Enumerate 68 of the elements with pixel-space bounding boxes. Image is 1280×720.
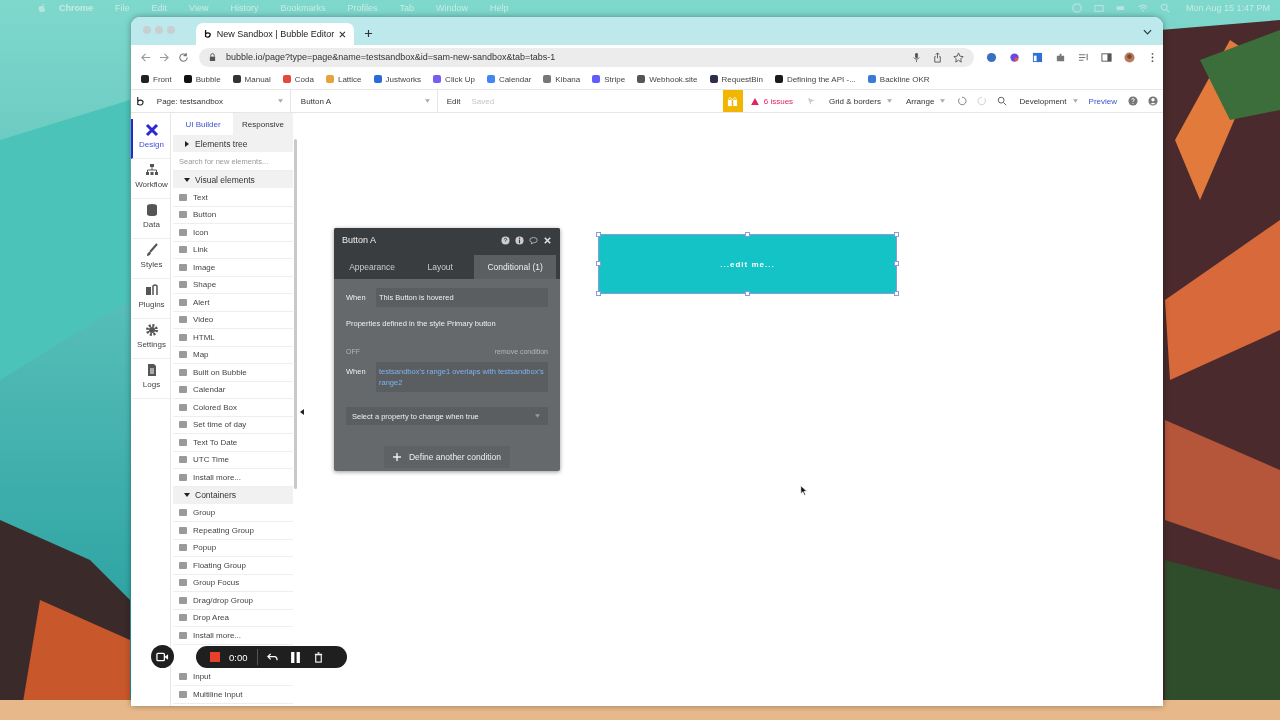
element-item[interactable]: Floating Group — [173, 557, 293, 575]
element-item[interactable]: Group Focus — [173, 574, 293, 592]
element-item[interactable]: Built on Bubble — [173, 364, 293, 382]
bookmark[interactable]: Defining the API -... — [774, 74, 856, 84]
browser-tab[interactable]: New Sandbox | Bubble Editor — [196, 23, 354, 45]
bookmark[interactable]: Stripe — [592, 74, 626, 84]
recording-timer: 0:00 — [229, 651, 248, 663]
bookmark[interactable]: Backline OKR — [867, 74, 930, 84]
element-item[interactable]: Shape — [173, 276, 293, 294]
element-item[interactable]: Drag/drop Group — [173, 592, 293, 610]
sidebar-tab[interactable]: Plugins — [131, 279, 170, 319]
bookmark[interactable]: Front — [141, 74, 172, 84]
element-item[interactable]: UTC Time — [173, 451, 293, 469]
element-dropdown[interactable]: Button A — [290, 90, 438, 112]
section-header[interactable]: Visual elements — [173, 171, 293, 189]
bookmark[interactable]: Kibana — [543, 74, 581, 84]
bookmark[interactable]: Manual — [232, 74, 271, 84]
element-item[interactable]: Group — [173, 504, 293, 522]
element-item[interactable]: Button — [173, 206, 293, 224]
element-item[interactable]: Alert — [173, 294, 293, 312]
sidebar-tab[interactable]: Design — [131, 119, 170, 159]
address-bar[interactable]: bubble.io/page?type=page&name=testsandbox&id=sam-new-sandbox&tab=tabs-1 — [199, 47, 974, 67]
element-item[interactable]: Install more... — [173, 469, 293, 487]
element-item[interactable]: Icon — [173, 224, 293, 242]
element-item[interactable]: HTML — [173, 329, 293, 347]
bookmark[interactable]: Click Up — [433, 74, 475, 84]
issues-button[interactable]: 6 issues — [750, 96, 794, 106]
element-item[interactable]: Popup — [173, 539, 293, 557]
element-item[interactable]: Multiline Input — [173, 686, 293, 704]
bookmark[interactable]: Calendar — [486, 74, 532, 84]
element-item[interactable]: Map — [173, 346, 293, 364]
element-item[interactable]: Image — [173, 259, 293, 277]
element-item[interactable]: Link — [173, 241, 293, 259]
sidebar-tab[interactable]: Styles — [131, 239, 170, 279]
edit-menu[interactable]: Edit — [446, 96, 461, 106]
preview-link[interactable]: Preview — [1088, 96, 1117, 106]
sidebar-tab[interactable]: Data — [131, 199, 170, 239]
sidebar-tab[interactable]: Settings — [131, 319, 170, 359]
url-text: bubble.io/page?type=page&name=testsandbox&id=sam-new-sandbox&tab=tabs-1 — [226, 52, 556, 62]
bookmark[interactable]: Lattice — [325, 74, 362, 84]
add-condition-button[interactable]: Define another condition — [383, 446, 511, 468]
element-item[interactable]: Video — [173, 311, 293, 329]
element-item[interactable]: Calendar — [173, 381, 293, 399]
element-item[interactable]: Set time of day — [173, 416, 293, 434]
element-item[interactable]: Colored Box — [173, 399, 293, 417]
element-item[interactable]: Drop Area — [173, 609, 293, 627]
sidebar-tab[interactable]: Logs — [131, 359, 170, 399]
palette-tab[interactable]: Responsive — [233, 113, 293, 135]
bookmark[interactable]: Webhook.site — [637, 74, 698, 84]
bookmark[interactable]: Bubble — [183, 74, 221, 84]
arrange-dropdown[interactable]: Arrange — [898, 90, 953, 112]
element-item[interactable]: Install more... — [173, 627, 293, 645]
sidebar-tab[interactable]: Workflow — [131, 159, 170, 199]
bookmark[interactable]: Justworks — [373, 74, 422, 84]
panel-tab[interactable]: Conditional (1) — [474, 255, 556, 279]
tab-title: New Sandbox | Bubble Editor — [216, 29, 335, 39]
mode-dropdown[interactable]: Development — [1012, 90, 1085, 112]
page-dropdown[interactable]: Page: testsandbox — [149, 90, 291, 112]
bookmark[interactable]: RequestBin — [709, 74, 763, 84]
element-item[interactable]: Text — [173, 189, 293, 207]
element-item[interactable]: Text To Date — [173, 434, 293, 452]
bookmark[interactable]: Coda — [282, 74, 314, 84]
panel-title: Button A — [342, 235, 377, 245]
section-header[interactable]: Elements tree — [173, 135, 293, 153]
panel-tab[interactable]: Appearance — [338, 255, 407, 279]
element-item[interactable]: Repeating Group — [173, 522, 293, 540]
panel-tab[interactable]: Layout — [406, 255, 475, 279]
grid-dropdown[interactable]: Grid & borders — [821, 90, 899, 112]
